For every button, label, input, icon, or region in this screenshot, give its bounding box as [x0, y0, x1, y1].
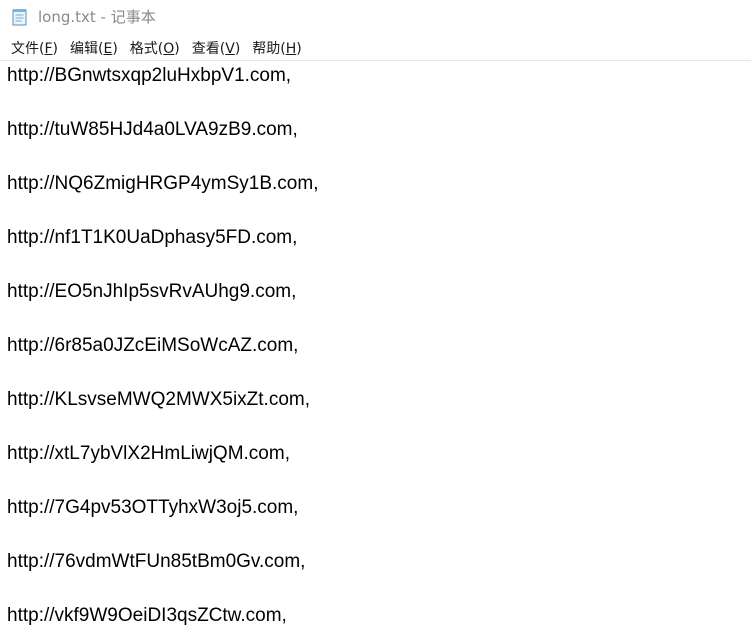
- menu-view[interactable]: 查看(V): [186, 39, 247, 59]
- text-editor-area[interactable]: http://BGnwtsxqp2luHxbpV1.com, http://tu…: [0, 60, 751, 636]
- menu-format[interactable]: 格式(O): [124, 39, 186, 59]
- text-line: http://vkf9W9OeiDI3qsZCtw.com,: [7, 605, 287, 626]
- menu-file-label: 文件(: [11, 41, 45, 57]
- menu-bar: 文件(F) 编辑(E) 格式(O) 查看(V) 帮助(H): [0, 38, 751, 60]
- title-bar[interactable]: long.txt - 记事本: [0, 0, 751, 34]
- menu-format-suffix: ): [174, 41, 180, 57]
- text-line: http://7G4pv53OTTyhxW3oj5.com,: [7, 497, 299, 518]
- menu-view-key: V: [225, 41, 235, 57]
- text-line: http://xtL7ybVlX2HmLiwjQM.com,: [7, 443, 290, 464]
- menu-file[interactable]: 文件(F): [0, 39, 64, 59]
- window-title: long.txt - 记事本: [38, 8, 156, 26]
- text-line: http://76vdmWtFUn85tBm0Gv.com,: [7, 551, 306, 572]
- text-line: http://6r85a0JZcEiMSoWcAZ.com,: [7, 335, 299, 356]
- menu-view-label: 查看(: [191, 41, 226, 57]
- text-line: http://NQ6ZmigHRGP4ymSy1B.com,: [7, 173, 319, 194]
- text-line: http://EO5nJhIp5svRvAUhg9.com,: [7, 281, 297, 302]
- text-line: http://nf1T1K0UaDphasy5FD.com,: [7, 227, 298, 248]
- menu-format-label: 格式(: [129, 41, 164, 57]
- text-line: http://KLsvseMWQ2MWX5ixZt.com,: [7, 389, 310, 410]
- notepad-icon: [12, 9, 27, 26]
- menu-edit-suffix: ): [112, 41, 118, 57]
- menu-edit-label: 编辑(: [70, 41, 104, 57]
- menu-edit[interactable]: 编辑(E): [64, 39, 124, 59]
- menu-help-key: H: [285, 41, 297, 57]
- menu-file-key: F: [44, 41, 53, 57]
- menu-format-key: O: [163, 41, 175, 57]
- menu-help[interactable]: 帮助(H): [246, 39, 307, 59]
- menu-help-suffix: ): [296, 41, 302, 57]
- menu-file-suffix: ): [52, 41, 58, 57]
- text-line: http://BGnwtsxqp2luHxbpV1.com,: [7, 65, 292, 86]
- menu-edit-key: E: [103, 41, 113, 57]
- menu-view-suffix: ): [234, 41, 241, 57]
- menu-help-label: 帮助(: [252, 41, 286, 57]
- text-line: http://tuW85HJd4a0LVA9zB9.com,: [7, 119, 298, 140]
